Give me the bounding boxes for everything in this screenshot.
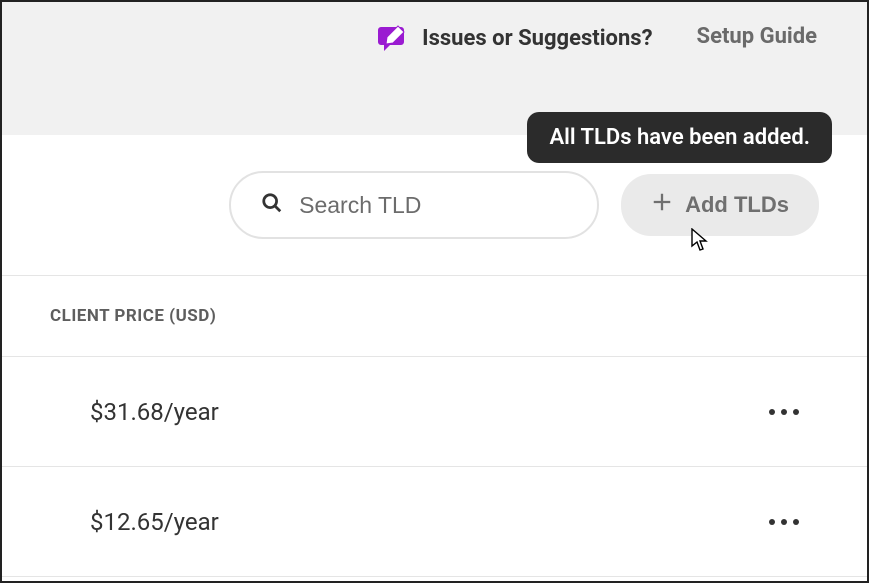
tooltip-text: All TLDs have been added. [549, 125, 810, 150]
dots-icon [769, 409, 775, 415]
search-wrap[interactable] [229, 171, 599, 239]
more-options-button[interactable] [763, 513, 805, 531]
add-tlds-button[interactable]: Add TLDs [621, 174, 819, 236]
table-row: $12.65/year [2, 467, 867, 577]
feedback-icon [378, 24, 408, 52]
issues-suggestions-label: Issues or Suggestions? [422, 26, 652, 51]
table-row: $31.68/year [2, 357, 867, 467]
more-options-button[interactable] [763, 403, 805, 421]
column-header-price: CLIENT PRICE (USD) [50, 306, 216, 326]
setup-guide-link[interactable]: Setup Guide [697, 24, 817, 49]
setup-guide-label: Setup Guide [697, 24, 817, 49]
plus-icon [651, 191, 673, 219]
issues-suggestions-link[interactable]: Issues or Suggestions? [378, 24, 652, 52]
price-value: $31.68/year [90, 398, 219, 426]
table-header: CLIENT PRICE (USD) [2, 275, 867, 357]
dots-icon [769, 519, 775, 525]
add-tlds-label: Add TLDs [685, 192, 789, 218]
price-value: $12.65/year [90, 508, 219, 536]
tooltip: All TLDs have been added. [527, 112, 832, 163]
search-icon [261, 192, 283, 218]
search-input[interactable] [299, 192, 579, 219]
